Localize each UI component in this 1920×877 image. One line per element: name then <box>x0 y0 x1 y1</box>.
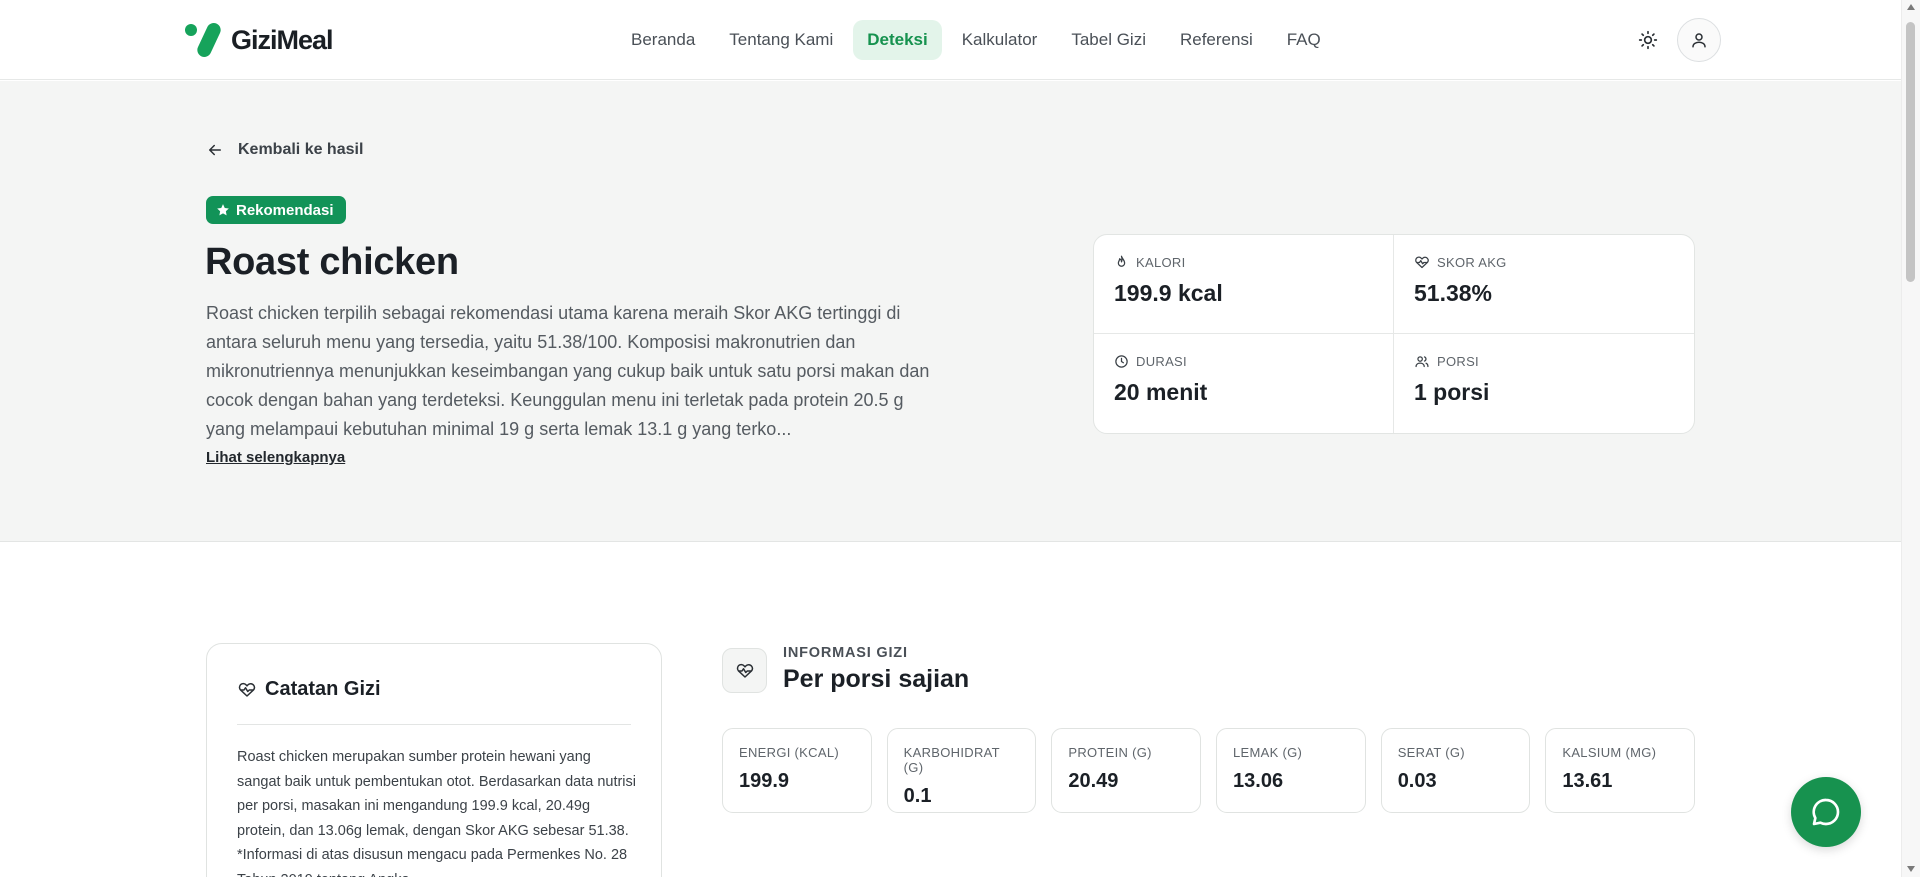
recipe-hero: Kembali ke hasil Rekomendasi Roast chick… <box>0 81 1901 542</box>
scroll-up-arrow-icon[interactable] <box>1907 4 1915 10</box>
nutrition-label: LEMAK (G) <box>1233 745 1303 760</box>
nav-item-deteksi[interactable]: Deteksi <box>853 20 942 60</box>
stat-label: DURASI <box>1136 354 1187 369</box>
gizi-section-title: Per porsi sajian <box>783 665 970 693</box>
nutrition-value: 0.03 <box>1397 770 1437 792</box>
nav-item-kalkulator[interactable]: Kalkulator <box>948 20 1052 60</box>
user-account-button[interactable] <box>1677 18 1721 62</box>
back-to-results-link[interactable]: Kembali ke hasil <box>206 141 363 159</box>
back-label: Kembali ke hasil <box>238 141 364 158</box>
stat-durasi: DURASI 20 menit <box>1094 334 1394 433</box>
nutrition-value: 20.49 <box>1068 770 1119 792</box>
nav-item-faq[interactable]: FAQ <box>1273 20 1335 60</box>
stat-value: 199.9 kcal <box>1114 280 1223 306</box>
stat-porsi: PORSI 1 porsi <box>1394 334 1694 433</box>
stat-label: KALORI <box>1136 255 1186 270</box>
note-heading: Catatan Gizi <box>237 678 381 701</box>
nutrition-note-card: Catatan Gizi Roast chicken merupakan sum… <box>206 643 662 877</box>
nav-item-tentang-kami[interactable]: Tentang Kami <box>715 20 847 60</box>
gizi-icon-box <box>722 648 767 693</box>
stat-value: 1 porsi <box>1414 379 1490 405</box>
note-body: Roast chicken merupakan sumber protein h… <box>237 749 637 877</box>
badge-label: Rekomendasi <box>236 201 334 219</box>
stat-label: SKOR AKG <box>1437 255 1507 270</box>
nutrition-item-karbohidrat: KARBOHIDRAT (G) 0.1 <box>886 728 1037 813</box>
nutrition-grid: ENERGI (KCAL) 199.9 KARBOHIDRAT (G) 0.1 … <box>722 728 1696 813</box>
star-icon <box>217 204 229 216</box>
users-icon <box>1415 356 1429 368</box>
chat-button[interactable] <box>1791 777 1861 847</box>
heart-pulse-icon <box>736 663 753 678</box>
nutrition-item-kalsium: KALSIUM (MG) 13.61 <box>1545 728 1696 813</box>
logo-text: GiziMeal <box>231 24 334 55</box>
stat-label: PORSI <box>1437 354 1479 369</box>
main-nav: Beranda Tentang Kami Deteksi Kalkulator … <box>617 20 1335 60</box>
nav-item-referensi[interactable]: Referensi <box>1166 20 1267 60</box>
nutrition-label: KALSIUM (MG) <box>1562 745 1657 760</box>
nutrition-item-protein: PROTEIN (G) 20.49 <box>1051 728 1202 813</box>
recipe-description: Roast chicken terpilih sebagai rekomenda… <box>206 303 930 439</box>
recipe-stats-card: KALORI 199.9 kcal SKOR AKG 51.38% DURASI <box>1093 234 1695 434</box>
note-divider <box>237 724 631 725</box>
logo-mark-icon <box>185 20 223 60</box>
sun-icon <box>1638 30 1658 50</box>
site-header: GiziMeal Beranda Tentang Kami Deteksi Ka… <box>0 0 1901 80</box>
nutrition-item-lemak: LEMAK (G) 13.06 <box>1216 728 1366 813</box>
recipe-title: Roast chicken <box>205 241 459 283</box>
chat-bubble-icon <box>1812 798 1840 826</box>
nutrition-value: 13.06 <box>1233 770 1284 792</box>
heart-pulse-icon <box>1415 256 1429 269</box>
scroll-down-arrow-icon[interactable] <box>1907 866 1915 872</box>
gizi-eyebrow: INFORMASI GIZI <box>783 645 908 661</box>
user-icon <box>1692 33 1706 48</box>
stat-value: 20 menit <box>1114 379 1208 405</box>
nav-item-tabel-gizi[interactable]: Tabel Gizi <box>1057 20 1160 60</box>
scrollbar-thumb[interactable] <box>1906 22 1915 282</box>
theme-toggle-button[interactable] <box>1630 22 1666 58</box>
arrow-left-icon <box>209 144 221 156</box>
nutrition-item-energi: ENERGI (KCAL) 199.9 <box>722 728 872 813</box>
note-title: Catatan Gizi <box>265 678 381 700</box>
flame-icon <box>1117 255 1126 267</box>
stat-skor-akg: SKOR AKG 51.38% <box>1394 235 1694 334</box>
nutrition-value: 199.9 <box>739 770 790 792</box>
nutrition-label: KARBOHIDRAT (G) <box>903 745 1000 775</box>
clock-icon <box>1115 355 1128 368</box>
nutrition-value: 0.1 <box>903 785 932 807</box>
heart-pulse-icon <box>238 682 256 697</box>
nutrition-label: ENERGI (KCAL) <box>739 745 839 760</box>
nutrition-label: PROTEIN (G) <box>1068 745 1152 760</box>
nav-item-beranda[interactable]: Beranda <box>617 20 709 60</box>
stat-kalori: KALORI 199.9 kcal <box>1094 235 1394 334</box>
logo[interactable]: GiziMeal <box>185 20 334 60</box>
nutrition-value: 13.61 <box>1562 770 1613 792</box>
recommendation-badge: Rekomendasi <box>206 196 346 224</box>
nutrition-item-serat: SERAT (G) 0.03 <box>1380 728 1531 813</box>
see-more-link[interactable]: Lihat selengkapnya <box>206 449 345 466</box>
nutrition-label: SERAT (G) <box>1397 745 1465 760</box>
stat-value: 51.38% <box>1414 280 1493 306</box>
